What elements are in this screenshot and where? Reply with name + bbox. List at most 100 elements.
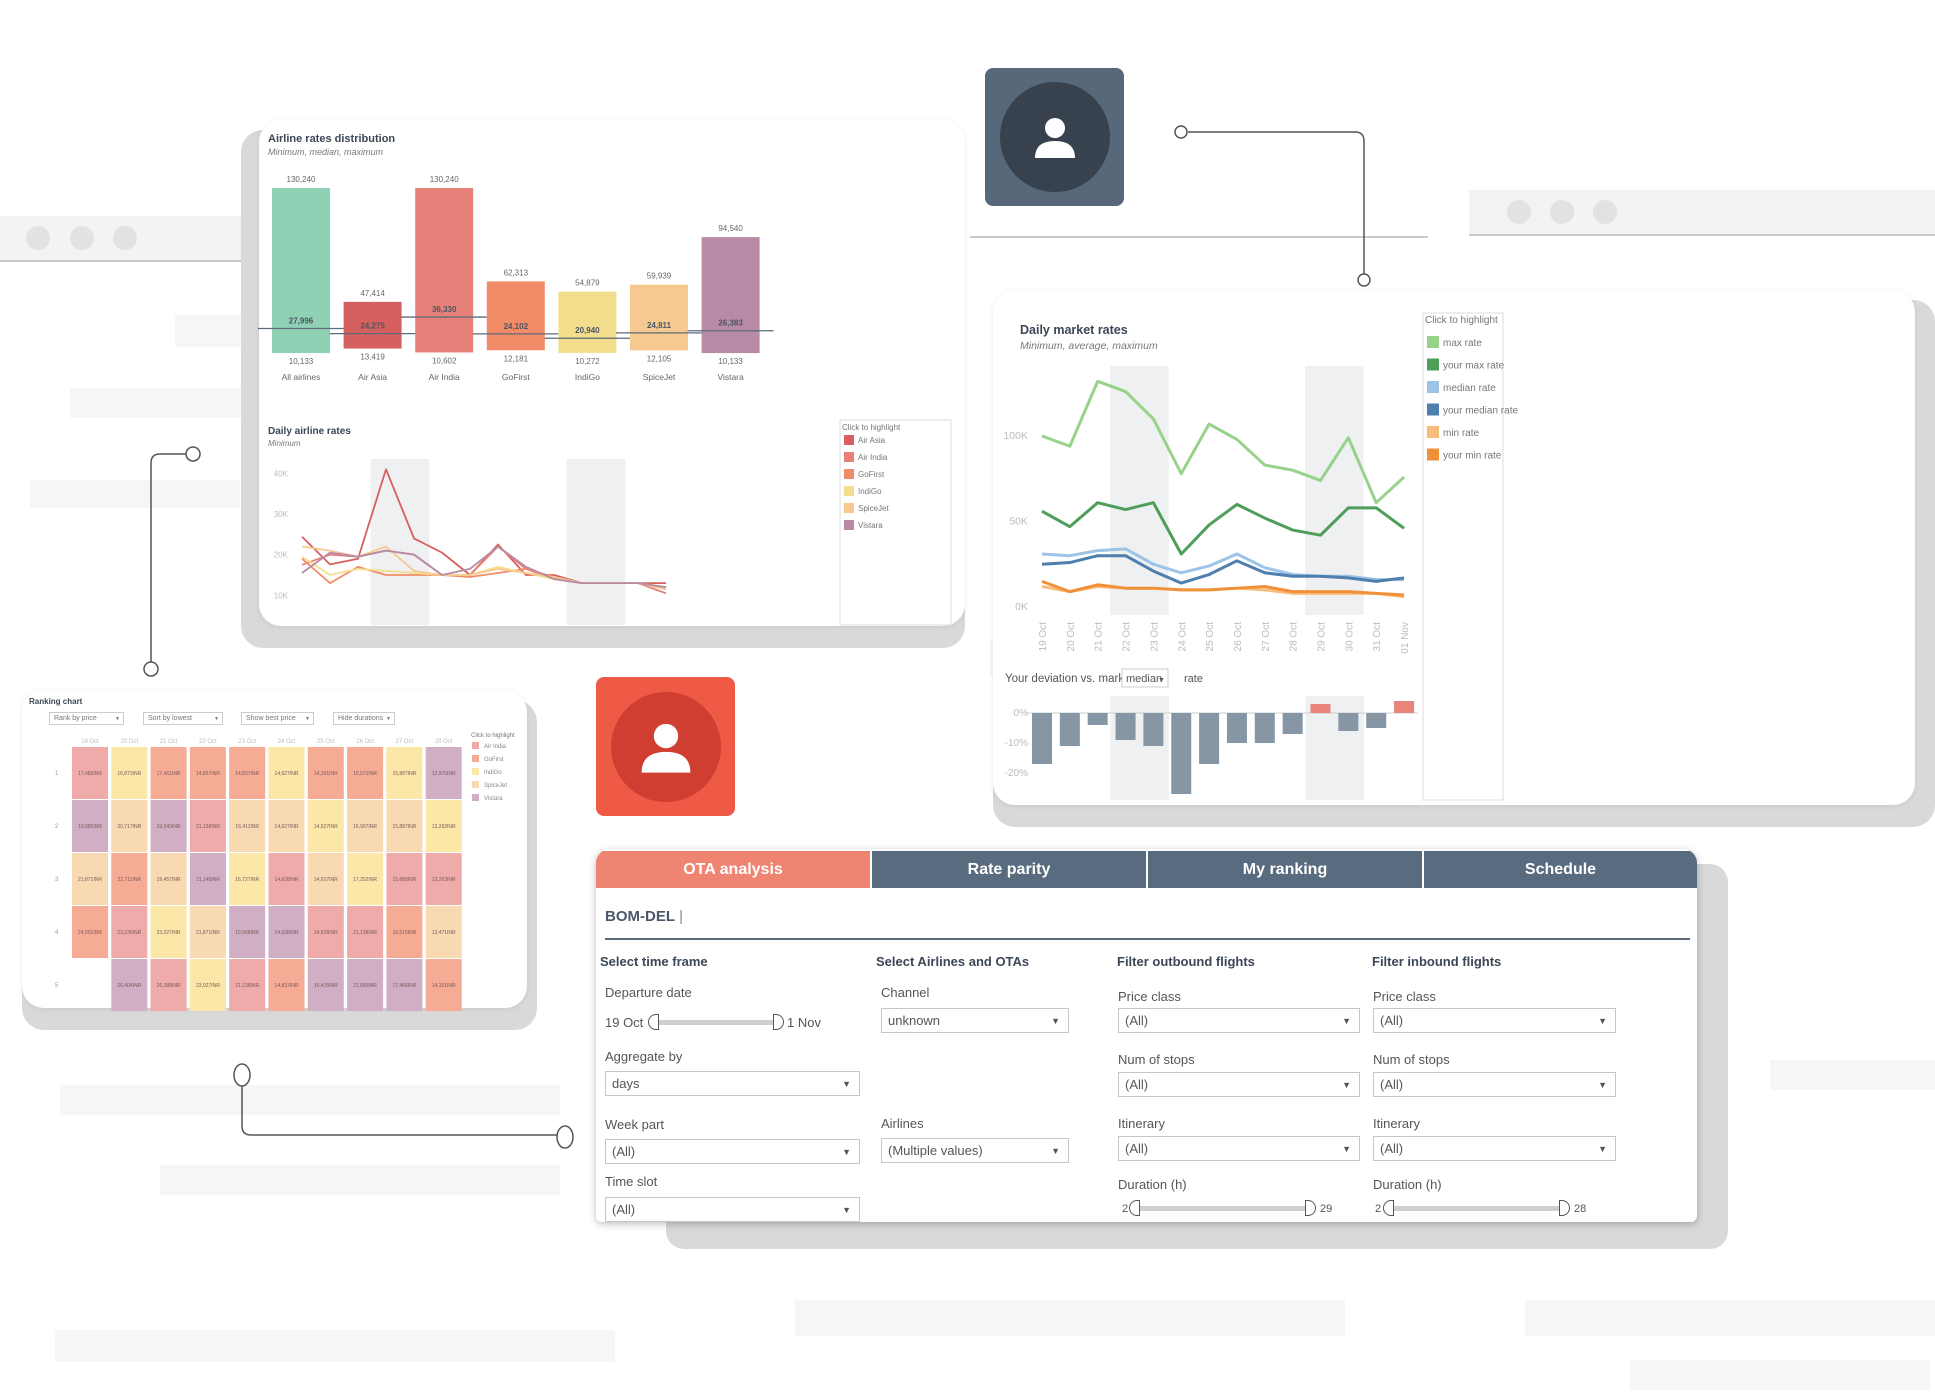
caret-down-icon: ▼ bbox=[1342, 1144, 1351, 1154]
legend-swatch[interactable] bbox=[1427, 381, 1439, 393]
inbound-price-class-dropdown[interactable]: (All) ▼ bbox=[1373, 1008, 1616, 1033]
legend-item[interactable]: GoFirst bbox=[484, 757, 504, 763]
legend-item[interactable]: IndiGo bbox=[484, 770, 502, 776]
tab-ota-analysis[interactable]: OTA analysis bbox=[596, 851, 870, 888]
outbound-itinerary-dropdown[interactable]: (All) ▼ bbox=[1118, 1136, 1360, 1161]
weekend-band bbox=[566, 459, 626, 625]
outbound-stops-dropdown[interactable]: (All) ▼ bbox=[1118, 1072, 1360, 1097]
median-label: 24,811 bbox=[647, 321, 672, 330]
deviation-bar[interactable] bbox=[1171, 713, 1192, 794]
legend-item[interactable]: your min rate bbox=[1443, 451, 1502, 462]
outbound-duration-max-handle[interactable] bbox=[1305, 1200, 1316, 1216]
week-part-dropdown[interactable]: (All) ▼ bbox=[605, 1139, 860, 1164]
outbound-duration-min-handle[interactable] bbox=[1129, 1200, 1140, 1216]
legend-item[interactable]: min rate bbox=[1443, 428, 1480, 439]
legend-item[interactable]: GoFirst bbox=[858, 470, 885, 479]
inbound-itinerary-value: (All) bbox=[1380, 1141, 1404, 1156]
ranking-cell-value: 13,262INR bbox=[432, 824, 456, 830]
legend-swatch[interactable] bbox=[472, 794, 479, 801]
legend-item[interactable]: Air India bbox=[484, 744, 507, 750]
legend-swatch[interactable] bbox=[472, 781, 479, 788]
legend-item[interactable]: SpiceJet bbox=[484, 783, 507, 789]
legend-swatch[interactable] bbox=[844, 469, 854, 479]
legend-item[interactable]: Air Asia bbox=[858, 436, 886, 445]
legend-swatch[interactable] bbox=[1427, 448, 1439, 461]
legend-swatch[interactable] bbox=[844, 486, 854, 496]
ranking-cell-value: 21,140INR bbox=[196, 877, 220, 883]
deviation-bar[interactable] bbox=[1087, 713, 1108, 725]
deviation-bar[interactable] bbox=[1115, 713, 1136, 740]
deviation-bar[interactable] bbox=[1282, 713, 1303, 734]
tab-rate-parity[interactable]: Rate parity bbox=[872, 851, 1146, 888]
bar-indigo[interactable] bbox=[558, 291, 617, 353]
tab-schedule[interactable]: Schedule bbox=[1424, 851, 1697, 888]
legend-item[interactable]: IndiGo bbox=[858, 487, 882, 496]
legend-swatch[interactable] bbox=[844, 452, 854, 462]
column-header: 23 Oct bbox=[238, 739, 256, 745]
deviation-bar[interactable] bbox=[1310, 704, 1331, 713]
legend-swatch[interactable] bbox=[844, 520, 854, 530]
ranking-control-dropdown[interactable]: Sort by lowest ▼ bbox=[143, 712, 223, 725]
outbound-price-class-dropdown[interactable]: (All) ▼ bbox=[1118, 1008, 1360, 1033]
legend-swatch[interactable] bbox=[1427, 336, 1439, 348]
time-slot-dropdown[interactable]: (All) ▼ bbox=[605, 1197, 860, 1222]
legend-item[interactable]: median rate bbox=[1443, 383, 1496, 394]
ranking-control-dropdown[interactable]: Hide durations ▼ bbox=[333, 712, 395, 725]
min-label: 12,105 bbox=[647, 354, 672, 363]
bar-air-india[interactable] bbox=[415, 188, 474, 353]
deviation-bar[interactable] bbox=[1032, 713, 1052, 764]
inbound-stops-value: (All) bbox=[1380, 1077, 1404, 1092]
outbound-duration-label: Duration (h) bbox=[1118, 1177, 1187, 1192]
ranking-cell-value: 19,566INR bbox=[235, 930, 259, 936]
legend-item[interactable]: Air India bbox=[858, 453, 888, 462]
legend-swatch[interactable] bbox=[1427, 403, 1439, 416]
deviation-bar[interactable] bbox=[1254, 713, 1275, 743]
legend-swatch[interactable] bbox=[844, 503, 854, 513]
min-label: 10,602 bbox=[432, 356, 457, 365]
legend-swatch[interactable] bbox=[472, 768, 479, 775]
legend-item[interactable]: your median rate bbox=[1443, 406, 1518, 417]
bar-vistara[interactable] bbox=[701, 237, 760, 354]
deviation-bar[interactable] bbox=[1366, 713, 1387, 728]
channel-dropdown[interactable]: unknown ▼ bbox=[881, 1008, 1069, 1033]
deviation-bar[interactable] bbox=[1143, 713, 1164, 746]
departure-date-label: Departure date bbox=[605, 985, 692, 1000]
legend-item[interactable]: Vistara bbox=[858, 521, 883, 530]
median-label: 36,330 bbox=[432, 305, 457, 314]
inbound-duration-track[interactable] bbox=[1390, 1206, 1562, 1211]
bar-gofirst[interactable] bbox=[486, 281, 545, 351]
inbound-duration-max-handle[interactable] bbox=[1559, 1200, 1570, 1216]
deviation-bar[interactable] bbox=[1226, 713, 1247, 743]
row-label: 4 bbox=[55, 930, 59, 936]
departure-slider-end-handle[interactable] bbox=[773, 1014, 784, 1030]
caret-down-icon: ▼ bbox=[1158, 677, 1165, 684]
category-label: IndiGo bbox=[575, 372, 600, 382]
departure-slider-start-handle[interactable] bbox=[648, 1014, 659, 1030]
max-label: 94,540 bbox=[718, 224, 743, 233]
legend-item[interactable]: your max rate bbox=[1443, 361, 1505, 372]
legend-swatch[interactable] bbox=[1427, 358, 1439, 371]
departure-slider-track[interactable] bbox=[656, 1020, 776, 1025]
inbound-itinerary-dropdown[interactable]: (All) ▼ bbox=[1373, 1136, 1616, 1161]
deviation-bar[interactable] bbox=[1199, 713, 1220, 764]
legend-item[interactable]: SpiceJet bbox=[858, 504, 889, 513]
departure-from-value: 19 Oct bbox=[605, 1015, 644, 1030]
inbound-duration-min-handle[interactable] bbox=[1383, 1200, 1394, 1216]
legend-item[interactable]: max rate bbox=[1443, 338, 1482, 349]
inbound-stops-dropdown[interactable]: (All) ▼ bbox=[1373, 1072, 1616, 1097]
deviation-bar[interactable] bbox=[1394, 701, 1415, 713]
ranking-control-dropdown[interactable]: Show best price ▼ bbox=[241, 712, 314, 725]
aggregate-dropdown[interactable]: days ▼ bbox=[605, 1071, 860, 1096]
legend-swatch[interactable] bbox=[1427, 426, 1439, 438]
deviation-bar[interactable] bbox=[1338, 713, 1359, 731]
bar-spicejet[interactable] bbox=[630, 284, 688, 351]
tab-my-ranking[interactable]: My ranking bbox=[1148, 851, 1422, 888]
deviation-bar[interactable] bbox=[1059, 713, 1080, 746]
legend-swatch[interactable] bbox=[844, 435, 854, 445]
legend-swatch[interactable] bbox=[472, 742, 479, 749]
outbound-duration-track[interactable] bbox=[1136, 1206, 1308, 1211]
legend-item[interactable]: Vistara bbox=[484, 796, 503, 802]
airlines-dropdown[interactable]: (Multiple values) ▼ bbox=[881, 1138, 1069, 1163]
ranking-control-dropdown[interactable]: Rank by price ▼ bbox=[49, 712, 124, 725]
legend-swatch[interactable] bbox=[472, 755, 479, 762]
